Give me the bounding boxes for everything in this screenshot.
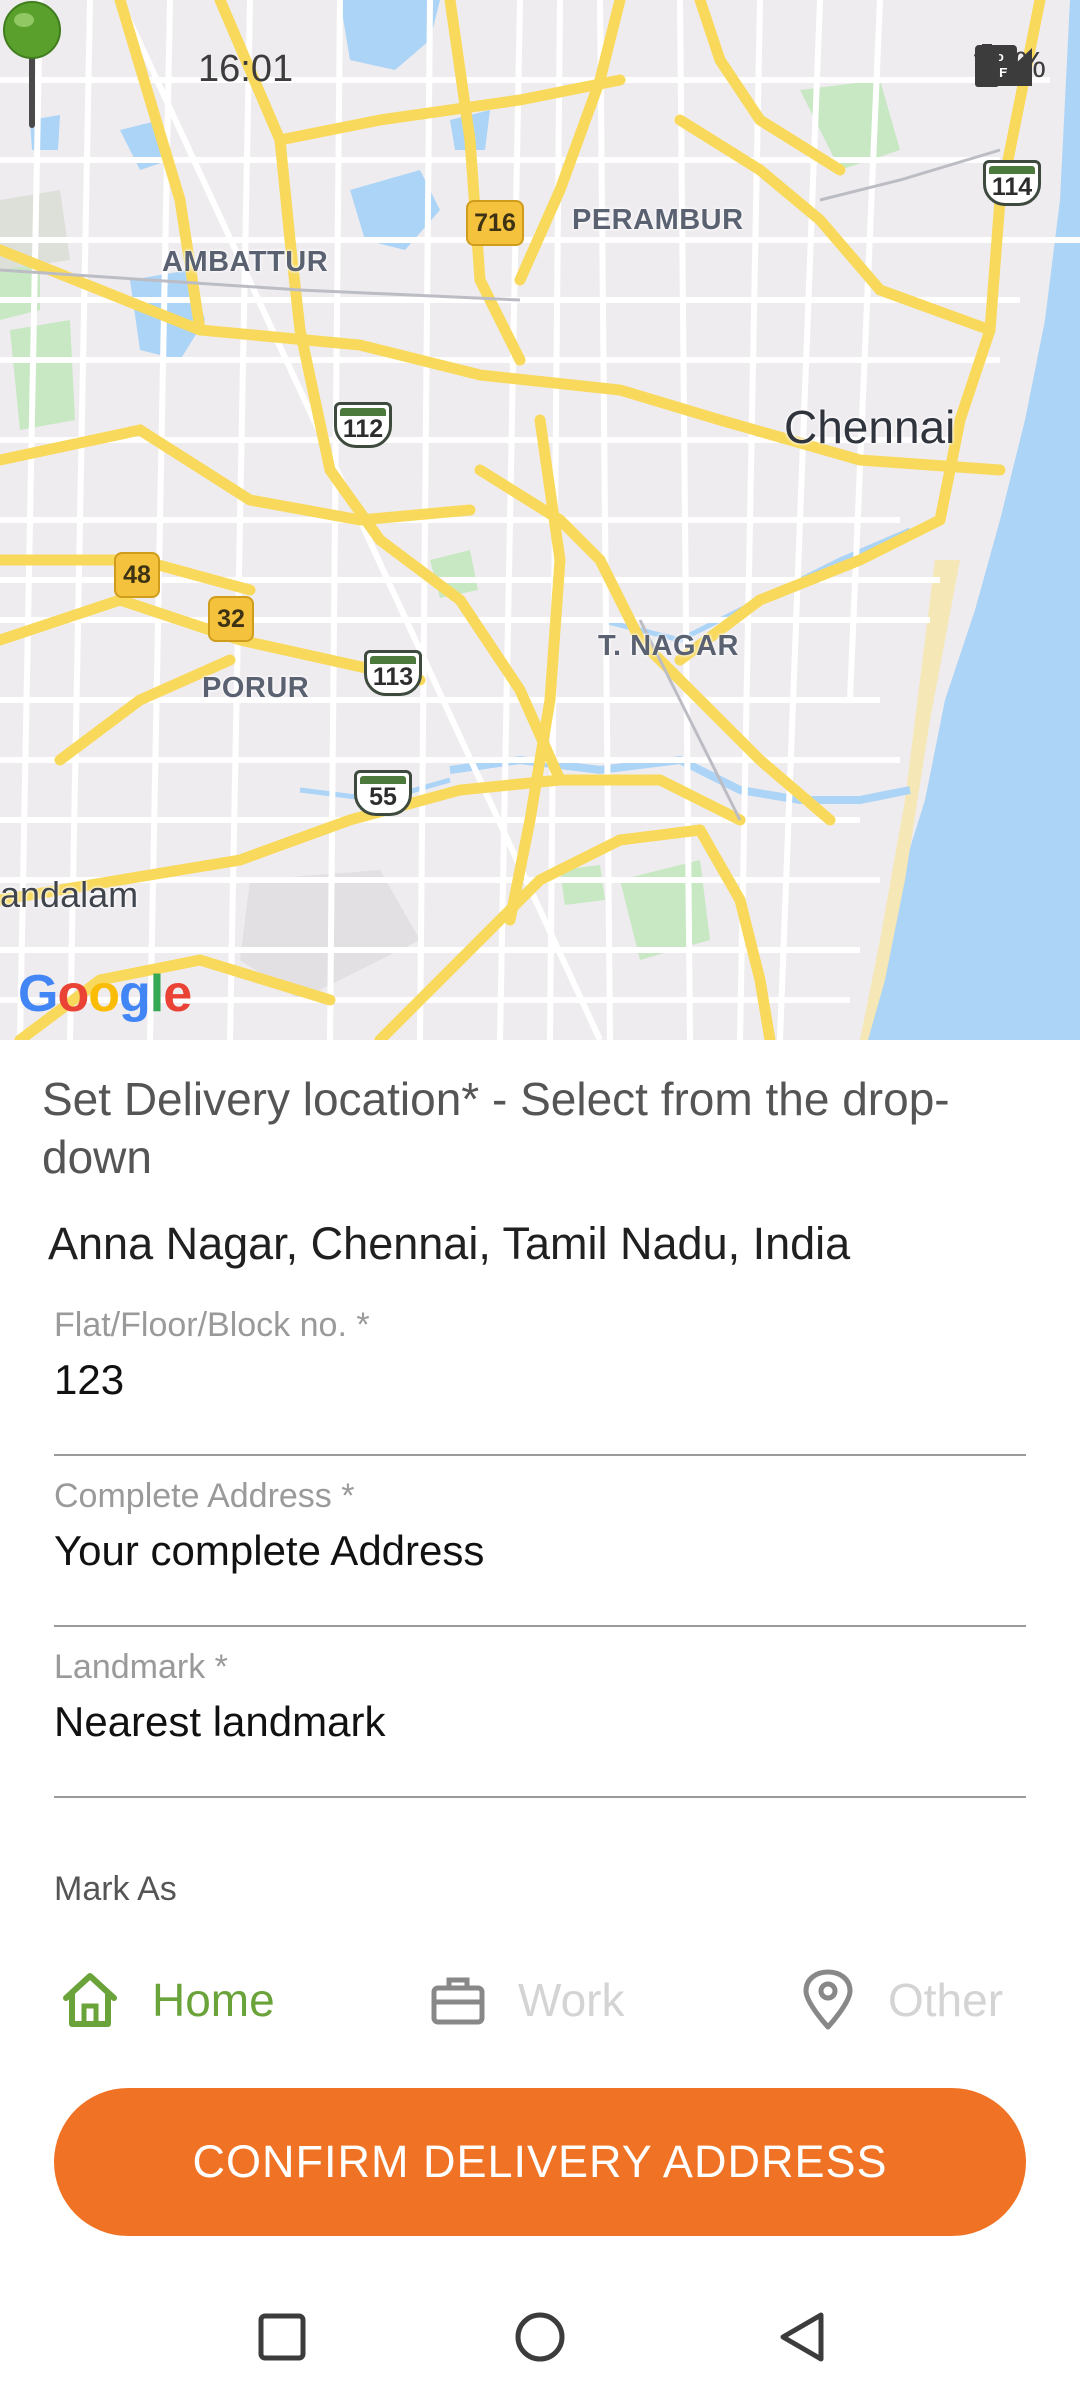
road-shield-32: 32: [208, 596, 254, 642]
road-shield-113-number: 113: [372, 662, 414, 691]
back-triangle-icon: [780, 2312, 824, 2362]
map-label-porur: PORUR: [202, 672, 310, 704]
road-shield-113: 113: [364, 650, 422, 696]
map-label-perambur: PERAMBUR: [572, 204, 744, 236]
map-label-ambattur: AMBATTUR: [162, 246, 329, 278]
back-button[interactable]: [772, 2307, 832, 2367]
road-shield-716-number: 716: [474, 208, 516, 237]
landmark-field[interactable]: Landmark * Nearest landmark: [54, 1648, 1026, 1798]
road-shield-48-number: 48: [123, 560, 151, 589]
flat-field-label: Flat/Floor/Block no. *: [54, 1306, 370, 1344]
map-view[interactable]: 16:01 Vo LTE 4G 69% PERAMBUR AMBATTUR Ch…: [0, 0, 1080, 1040]
tag-other[interactable]: Other: [800, 1960, 1003, 2040]
home-nav-button[interactable]: [510, 2307, 570, 2367]
mark-as-label: Mark As: [54, 1870, 177, 1908]
complete-address-field[interactable]: Complete Address * Your complete Address: [54, 1477, 1026, 1627]
road-shield-55: 55: [354, 770, 412, 816]
selected-address[interactable]: Anna Nagar, Chennai, Tamil Nadu, India: [48, 1218, 850, 1270]
tag-other-label: Other: [888, 1974, 1004, 2026]
map-canvas: [0, 0, 1080, 1040]
delivery-address-form: Set Delivery location* - Select from the…: [0, 1040, 1080, 2265]
tag-home[interactable]: Home: [60, 1960, 275, 2040]
status-bar: 16:01 Vo LTE 4G 69%: [0, 0, 1080, 140]
tag-work[interactable]: Work: [430, 1960, 625, 2040]
map-label-t-nagar: T. NAGAR: [598, 630, 739, 662]
flat-input[interactable]: 123: [54, 1356, 1026, 1404]
road-shield-114-number: 114: [991, 172, 1033, 201]
system-nav-bar: [0, 2265, 1080, 2400]
tag-work-label: Work: [518, 1974, 625, 2026]
battery-icon: [974, 44, 999, 87]
complete-address-label: Complete Address *: [54, 1477, 355, 1515]
complete-address-input[interactable]: Your complete Address: [54, 1527, 1026, 1575]
google-attribution: Google: [18, 965, 192, 1023]
landmark-label: Landmark *: [54, 1648, 228, 1686]
status-icons: Vo LTE 4G 69%: [974, 44, 1046, 87]
home-icon: [63, 1973, 117, 2027]
flat-field[interactable]: Flat/Floor/Block no. * 123: [54, 1306, 1026, 1456]
home-circle-icon: [515, 2312, 565, 2362]
tag-home-label: Home: [152, 1974, 275, 2026]
status-time: 16:01: [198, 48, 294, 90]
road-shield-55-number: 55: [369, 782, 397, 811]
road-shield-114: 114: [983, 160, 1041, 206]
landmark-input[interactable]: Nearest landmark: [54, 1698, 1026, 1746]
confirm-delivery-address-button[interactable]: CONFIRM DELIVERY ADDRESS: [54, 2088, 1026, 2236]
briefcase-icon: [431, 1977, 485, 2025]
form-title: Set Delivery location* - Select from the…: [42, 1073, 950, 1183]
road-shield-32-number: 32: [217, 604, 245, 633]
road-shield-48: 48: [114, 552, 160, 598]
map-label-chennai: Chennai: [784, 401, 956, 453]
road-shield-716: 716: [466, 200, 524, 246]
location-pin-icon: [803, 1969, 853, 2030]
road-shield-112-number: 112: [342, 414, 384, 443]
recents-icon: [258, 2313, 306, 2361]
recents-button[interactable]: [252, 2307, 312, 2367]
map-label-andalam: andalam: [0, 874, 139, 915]
road-shield-112: 112: [334, 402, 392, 448]
